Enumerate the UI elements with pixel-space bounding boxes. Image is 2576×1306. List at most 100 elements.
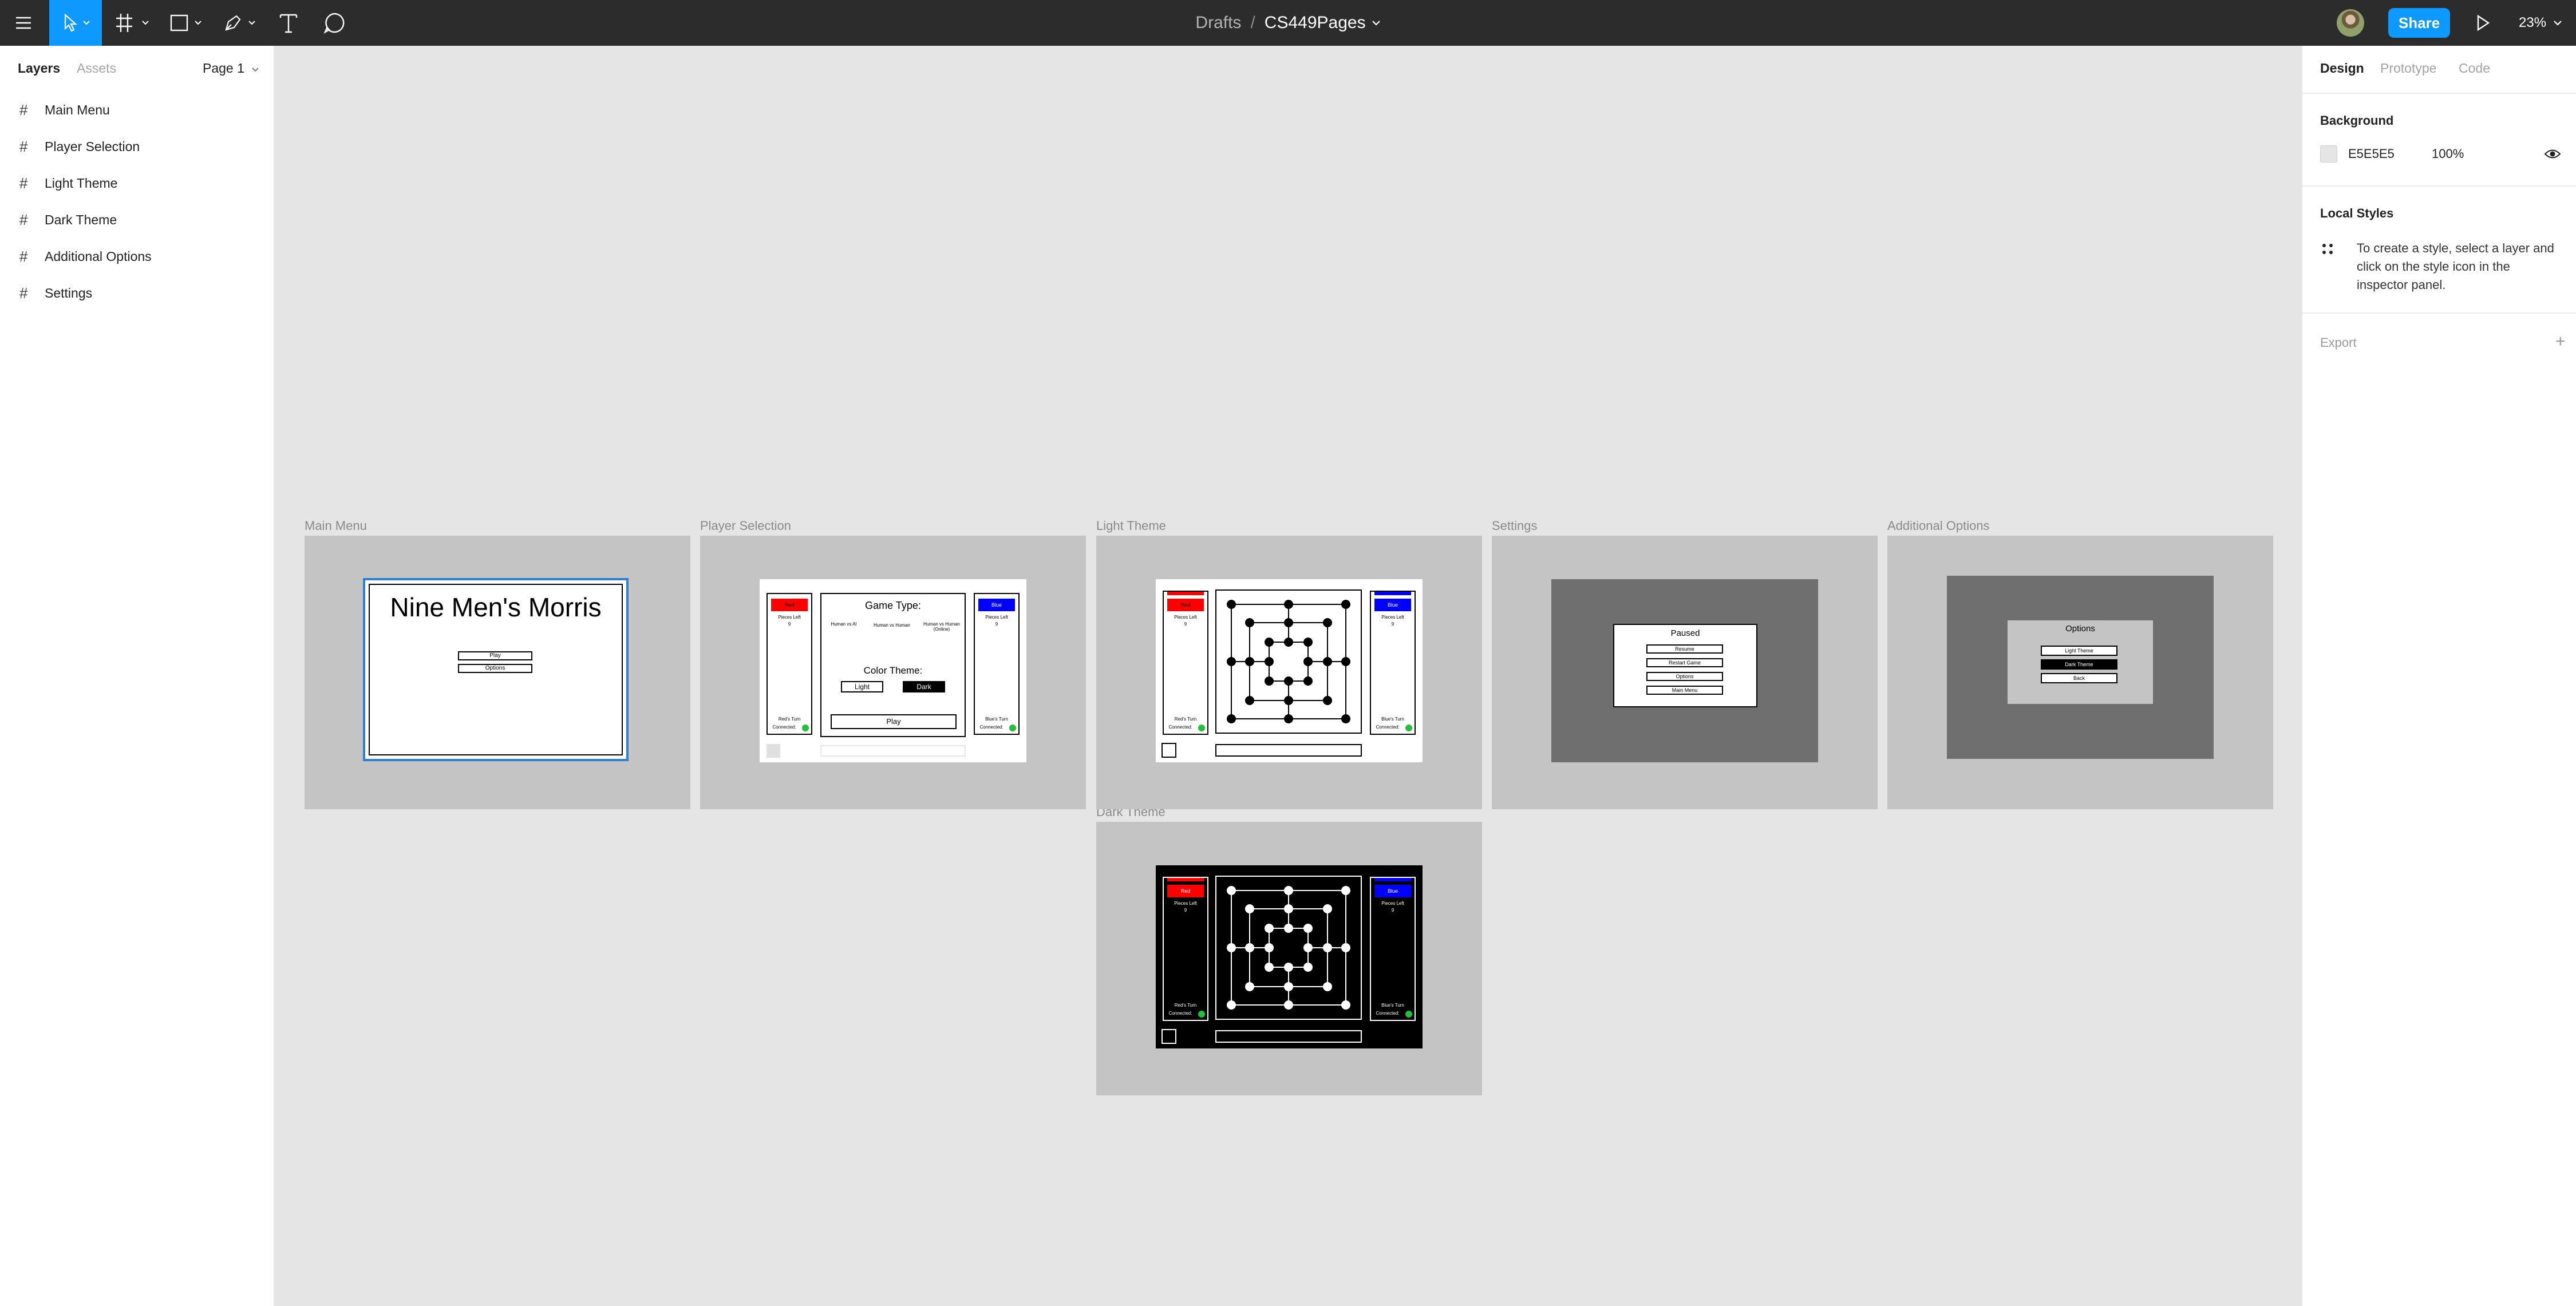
frame-player-selection[interactable]: Red Pieces Left 9 Red's Turn Connected: … <box>700 536 1086 809</box>
red-connected-dot <box>1198 1011 1205 1018</box>
canvas[interactable]: Main Menu Player Selection Light Theme S… <box>276 46 2300 1306</box>
mock-back-button: Back <box>2041 673 2117 683</box>
layer-item[interactable]: # Settings <box>0 277 274 309</box>
tab-prototype[interactable]: Prototype <box>2380 61 2436 76</box>
game-type-option: Human vs Human (Online) <box>923 622 961 632</box>
red-turn-indicator <box>1167 592 1204 595</box>
chevron-down-icon <box>2554 21 2562 26</box>
red-turn-label: Red's Turn <box>778 717 801 722</box>
blue-connected-label: Connected: <box>1376 1011 1400 1016</box>
background-hex-input[interactable]: E5E5E5 <box>2348 147 2395 161</box>
page-selector[interactable]: Page 1 <box>203 61 259 76</box>
board-point <box>1303 924 1313 933</box>
board-point <box>1341 886 1350 895</box>
main-menu-icon[interactable] <box>9 0 38 46</box>
mock-options-button: Options <box>458 664 532 673</box>
share-button[interactable]: Share <box>2388 8 2450 38</box>
mock-resume-button: Resume <box>1646 644 1723 654</box>
mock-restart-button: Restart Game <box>1646 658 1723 667</box>
faded-status-bar <box>820 745 966 757</box>
frame-label-settings[interactable]: Settings <box>1492 519 1538 533</box>
layer-name: Additional Options <box>45 248 152 264</box>
breadcrumb-drafts[interactable]: Drafts <box>1195 13 1241 33</box>
board-point <box>1245 618 1254 627</box>
chevron-down-icon[interactable] <box>1372 19 1381 26</box>
red-player-tag: Red <box>1167 885 1204 897</box>
background-opacity-input[interactable]: 100% <box>2432 147 2464 161</box>
options-overlay: Options Light Theme Dark Theme Back <box>1947 576 2214 759</box>
board-point <box>1245 904 1254 913</box>
pen-tool-icon[interactable] <box>220 0 261 46</box>
layer-name: Main Menu <box>45 102 110 117</box>
frame-label-main-menu[interactable]: Main Menu <box>305 519 367 533</box>
background-color-swatch[interactable] <box>2320 145 2337 163</box>
board-point <box>1284 638 1293 647</box>
paused-dialog: Paused Resume Restart Game Options Main … <box>1613 624 1757 707</box>
layers-panel: Layers Assets Page 1 # Main Menu # Player … <box>0 46 275 1306</box>
board-point <box>1227 1000 1236 1010</box>
blue-connected-label: Connected: <box>1376 725 1400 730</box>
morris-board <box>1227 886 1350 1010</box>
board-point <box>1323 982 1332 991</box>
frame-dark-theme[interactable]: Red Pieces Left 9 Red's Turn Connected: … <box>1096 822 1482 1095</box>
frame-label-player-selection[interactable]: Player Selection <box>700 519 791 533</box>
layer-item[interactable]: # Player Selection <box>0 130 274 163</box>
tab-design[interactable]: Design <box>2320 61 2364 76</box>
board-point <box>1284 904 1293 913</box>
text-tool-icon[interactable] <box>274 0 303 46</box>
frame-tool-icon[interactable] <box>112 0 153 46</box>
blue-player-panel: Blue Pieces Left 9 Blue's Turn Connected… <box>1370 877 1416 1021</box>
divider <box>2302 185 2576 187</box>
blue-pieces-count: 9 <box>995 622 998 627</box>
avatar[interactable] <box>2337 9 2364 37</box>
frame-main-menu[interactable]: Nine Men's Morris Play Options <box>305 536 690 809</box>
zoom-dropdown[interactable]: 23% <box>2519 0 2562 46</box>
blue-turn-label: Blue's Turn <box>1381 717 1404 722</box>
tab-layers[interactable]: Layers <box>18 61 60 76</box>
add-export-icon[interactable]: + <box>2555 332 2566 351</box>
board-point <box>1265 638 1274 647</box>
board-point <box>1341 600 1350 609</box>
layer-item[interactable]: # Main Menu <box>0 94 274 126</box>
breadcrumb-separator: / <box>1250 13 1255 32</box>
game-board <box>1215 876 1362 1020</box>
red-player-panel: Red Pieces Left 9 Red's Turn Connected: <box>767 593 812 735</box>
board-point <box>1341 943 1350 952</box>
frame-additional-options[interactable]: Options Light Theme Dark Theme Back <box>1887 536 2273 809</box>
frame-label-light-theme[interactable]: Light Theme <box>1096 519 1166 533</box>
red-connected-label: Connected: <box>1168 1011 1192 1016</box>
present-icon[interactable] <box>2470 10 2495 35</box>
red-pieces-left: Pieces Left <box>1174 615 1197 620</box>
rectangle-tool-icon[interactable] <box>166 0 207 46</box>
mock-options-button: Options <box>1646 672 1723 681</box>
move-tool-icon[interactable] <box>49 0 102 46</box>
board-point <box>1341 714 1350 723</box>
theme-dark-option: Dark <box>903 681 945 692</box>
top-toolbar: Drafts / CS449Pages Share 23% <box>0 0 2576 46</box>
board-point <box>1245 696 1254 705</box>
frame-light-theme[interactable]: Red Pieces Left 9 Red's Turn Connected: … <box>1096 536 1482 809</box>
red-connected-dot <box>1198 725 1205 731</box>
board-point <box>1303 943 1313 952</box>
paused-title: Paused <box>1670 628 1700 638</box>
blue-turn-indicator <box>1374 592 1411 595</box>
layer-item[interactable]: # Dark Theme <box>0 204 274 236</box>
file-name[interactable]: CS449Pages <box>1265 13 1366 33</box>
eye-icon[interactable] <box>2544 148 2561 160</box>
frame-label-additional-options[interactable]: Additional Options <box>1887 519 1990 533</box>
board-point <box>1265 924 1274 933</box>
comment-tool-icon[interactable] <box>319 0 349 46</box>
board-point <box>1245 943 1254 952</box>
dark-theme-screen: Red Pieces Left 9 Red's Turn Connected: … <box>1156 865 1423 1048</box>
board-point <box>1323 696 1332 705</box>
frame-icon: # <box>19 284 28 302</box>
board-point <box>1284 886 1293 895</box>
layer-item[interactable]: # Additional Options <box>0 240 274 272</box>
tab-code[interactable]: Code <box>2459 61 2490 76</box>
board-point <box>1265 963 1274 972</box>
tab-assets[interactable]: Assets <box>77 61 116 76</box>
layer-item[interactable]: # Light Theme <box>0 167 274 199</box>
export-heading: Export <box>2320 335 2357 350</box>
frame-settings[interactable]: Paused Resume Restart Game Options Main … <box>1492 536 1878 809</box>
frame-icon: # <box>19 174 28 192</box>
